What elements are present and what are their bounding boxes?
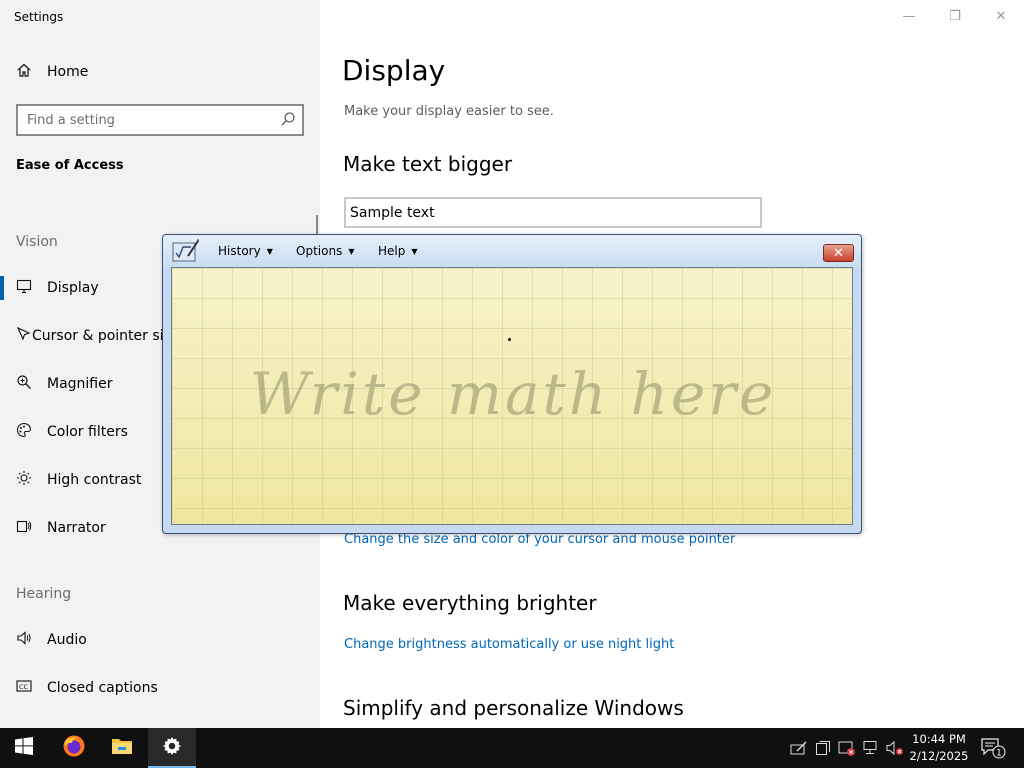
firefox-button[interactable] [50,728,98,768]
start-button[interactable] [0,728,48,768]
section-heading-text-bigger: Make text bigger [343,152,513,176]
action-center-icon[interactable]: 1 [980,736,1008,760]
monitor-icon [0,278,47,298]
sun-icon [0,470,47,490]
sidebar-item-label: Closed captions [47,680,158,696]
notification-count: 1 [996,748,1002,758]
taskbar-clock[interactable]: 10:44 PM 2/12/2025 [908,731,970,765]
security-alert-icon[interactable] [838,738,856,758]
speaker-icon [0,630,47,650]
close-button[interactable]: ✕ [978,4,1024,28]
sidebar-item-label: Magnifier [47,376,113,392]
volume-muted-icon[interactable] [886,738,904,758]
sidebar-item-narrator[interactable]: Narrator [0,508,164,548]
sample-text-input[interactable] [346,199,760,226]
chevron-down-icon: ▼ [348,246,355,256]
sidebar-item-label: Cursor & pointer size [32,328,164,344]
history-menu-label: History [218,244,261,258]
pen-workspace-icon[interactable] [790,738,808,758]
file-explorer-icon [111,736,133,760]
captions-icon: CC [0,678,47,698]
restore-icon: ❐ [949,8,961,24]
palette-icon [0,422,47,442]
close-icon: ✕ [833,245,844,261]
home-button[interactable]: Home [16,62,88,82]
search-box[interactable] [16,104,304,136]
chevron-down-icon: ▼ [411,246,418,256]
cursor-icon [0,326,32,346]
help-menu[interactable]: Help ▼ [378,244,418,258]
sample-text-field[interactable] [344,197,762,228]
writing-area-hint: Write math here [249,360,777,428]
math-panel-toolbar: History ▼ Options ▼ Help ▼ ✕ [163,235,861,267]
sidebar-item-high-contrast[interactable]: High contrast [0,460,164,500]
sidebar-item-label: Color filters [47,424,128,440]
math-panel-close-button[interactable]: ✕ [823,244,854,262]
category-title: Ease of Access [16,158,124,173]
sidebar-item-label: Display [47,280,99,296]
sidebar-item-audio[interactable]: Audio [0,620,320,660]
sidebar-item-label: High contrast [47,472,142,488]
clock-time: 10:44 PM [912,732,966,746]
minimize-button[interactable]: — [886,4,932,28]
group-label-vision: Vision [16,234,58,250]
cursor-settings-link[interactable]: Change the size and color of your cursor… [344,532,735,547]
taskbar: 10:44 PM 2/12/2025 1 [0,728,1024,768]
restore-button[interactable]: ❐ [932,4,978,28]
sidebar-item-label: Audio [47,632,87,648]
sidebar-item-magnifier[interactable]: Magnifier [0,364,164,404]
narrator-icon [0,518,47,538]
page-subtitle: Make your display easier to see. [344,104,554,119]
firefox-icon [62,734,86,762]
task-view-icon[interactable] [814,738,832,758]
sidebar-item-color-filters[interactable]: Color filters [0,412,164,452]
options-menu[interactable]: Options ▼ [296,244,354,258]
svg-text:CC: CC [19,683,29,691]
help-menu-label: Help [378,244,406,258]
options-menu-label: Options [296,244,343,258]
home-icon [16,62,34,82]
sidebar-item-cursor[interactable]: Cursor & pointer size [0,316,164,356]
section-heading-brighter: Make everything brighter [343,591,597,615]
math-input-panel-icon[interactable] [171,238,201,264]
section-heading-simplify: Simplify and personalize Windows [343,696,684,720]
search-icon[interactable] [280,111,296,127]
search-input[interactable] [18,106,268,134]
close-icon: ✕ [995,8,1007,24]
history-menu[interactable]: History ▼ [218,244,273,258]
app-title: Settings [14,10,64,24]
clock-date: 2/12/2025 [909,749,969,763]
math-writing-area[interactable]: Write math here [171,267,853,525]
network-icon[interactable] [862,738,880,758]
sidebar-item-closed-captions[interactable]: CC Closed captions [0,668,320,708]
brightness-link[interactable]: Change brightness automatically or use n… [344,637,674,652]
ink-dot [508,338,511,341]
page-title: Display [342,54,446,87]
minimize-icon: — [902,8,916,24]
magnifier-icon [0,374,47,394]
gear-icon [162,736,182,760]
windows-logo-icon [15,737,33,759]
math-input-panel: History ▼ Options ▼ Help ▼ ✕ Write math her… [162,234,862,534]
settings-taskbar-button[interactable] [148,728,196,768]
chevron-down-icon: ▼ [266,246,273,256]
file-explorer-button[interactable] [98,728,146,768]
group-label-hearing: Hearing [16,586,72,602]
sidebar-item-label: Narrator [47,520,106,536]
home-label: Home [47,64,89,80]
